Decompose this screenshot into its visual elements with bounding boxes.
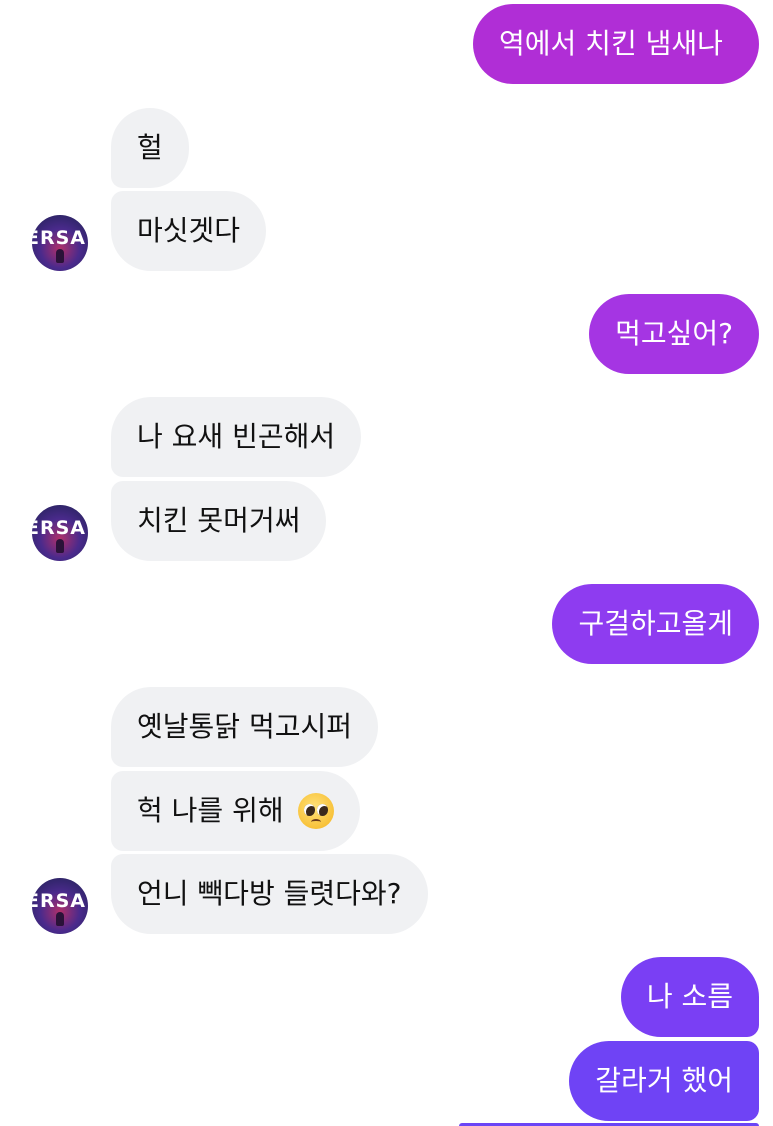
conversation-thread: 역에서 치킨 냄새나 헐 마싯겟다 ERSA 먹고싶어? 나 요새 빈곤해서 치… [0,0,773,1126]
incoming-message[interactable]: 헐 [111,108,189,188]
message-text: 언니 빽다방 들렷다와? [137,877,402,910]
message-text: 옛날통닭 먹고시퍼 [137,710,352,743]
message-text: 헉 나를 위해 [137,794,284,827]
message-text: 치킨 못머거써 [137,504,301,537]
outgoing-message[interactable]: 역에서 치킨 냄새나 [473,4,759,84]
avatar-figure [56,249,64,263]
outgoing-message[interactable]: 갈라거 했어 [569,1041,759,1121]
contact-avatar[interactable]: ERSA [32,215,88,271]
contact-avatar[interactable]: ERSA [32,878,88,934]
message-text: 나 요새 빈곤해서 [137,420,336,453]
outgoing-message[interactable]: 나 소름 [620,957,759,1037]
avatar-figure [56,912,64,926]
incoming-message[interactable]: 옛날통닭 먹고시퍼 [111,687,378,767]
outgoing-message[interactable]: 구걸하고올게 [552,584,759,664]
incoming-message[interactable]: 언니 빽다방 들렷다와? [111,854,428,934]
message-text: 구걸하고올게 [578,607,733,640]
message-text: 역에서 치킨 냄새나 [499,27,723,60]
incoming-message[interactable]: 나 요새 빈곤해서 [111,397,362,477]
message-text: 갈라거 했어 [595,1064,733,1097]
avatar-logo-text: ERSA [32,517,86,539]
pleading-face-emoji-icon [297,793,334,829]
message-text: 먹고싶어? [615,317,733,350]
avatar-logo-text: ERSA [32,227,86,249]
message-text: 나 소름 [646,980,733,1013]
incoming-message[interactable]: 치킨 못머거써 [111,481,327,561]
incoming-message[interactable]: 마싯겟다 [111,191,267,271]
contact-avatar[interactable]: ERSA [32,505,88,561]
avatar-figure [56,539,64,553]
message-text: 헐 [137,131,163,164]
message-text: 마싯겟다 [137,214,241,247]
outgoing-message[interactable]: 먹고싶어? [589,294,759,374]
avatar-logo-text: ERSA [32,890,86,912]
incoming-message[interactable]: 헉 나를 위해 [111,771,360,851]
